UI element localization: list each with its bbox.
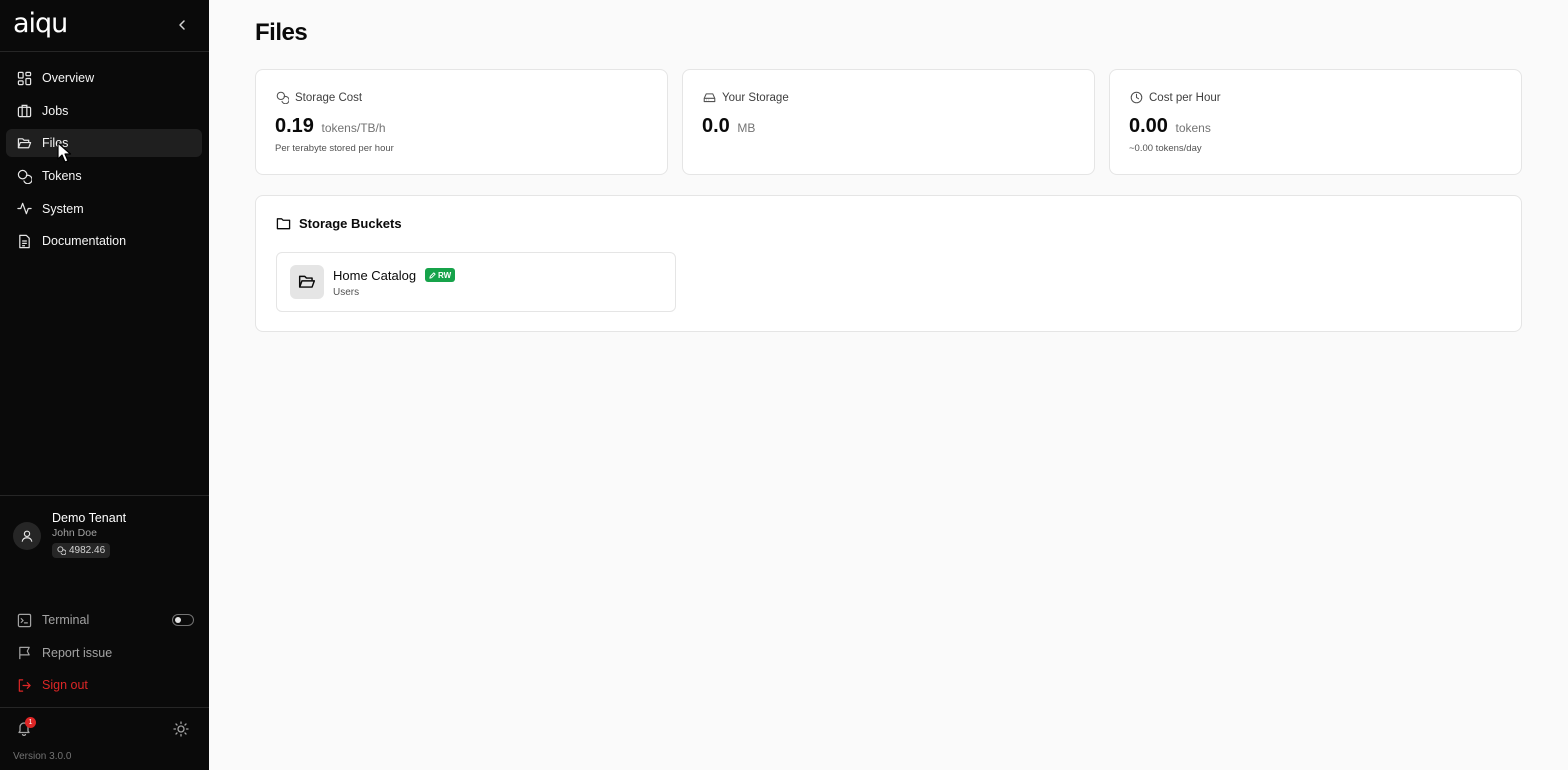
sidebar-item-overview[interactable]: Overview	[6, 64, 202, 92]
permission-badge: RW	[425, 268, 456, 282]
user-profile[interactable]: Demo Tenant John Doe 4982.46	[0, 495, 209, 575]
document-icon	[16, 233, 32, 249]
section-title: Storage Buckets	[276, 216, 402, 231]
coins-icon	[16, 168, 32, 184]
storage-cost-card: Storage Cost 0.19 tokens/TB/h Per teraby…	[255, 69, 668, 175]
storage-buckets-panel: Storage Buckets Home Catalog RW Users	[255, 195, 1522, 332]
flag-icon	[16, 645, 32, 661]
terminal-toggle[interactable]	[172, 614, 194, 626]
bucket-owner: Users	[333, 287, 360, 298]
stat-value: 0.0 MB	[702, 115, 755, 138]
sidebar-bottom-nav: Terminal Report issue Sign out	[6, 606, 202, 704]
pencil-icon	[429, 271, 436, 279]
sidebar-item-documentation[interactable]: Documentation	[6, 227, 202, 255]
mouse-cursor-icon	[57, 142, 72, 163]
token-balance-badge: 4982.46	[52, 543, 111, 558]
sidebar-item-label: Tokens	[42, 169, 82, 184]
cost-per-hour-card: Cost per Hour 0.00 tokens ~0.00 tokens/d…	[1109, 69, 1522, 175]
stat-label-text: Cost per Hour	[1149, 91, 1221, 104]
sidebar-item-files[interactable]: Files	[6, 129, 202, 158]
sidebar-item-label: Jobs	[42, 103, 69, 118]
bucket-card[interactable]: Home Catalog RW Users	[276, 252, 676, 312]
sun-icon	[173, 721, 189, 737]
terminal-item[interactable]: Terminal	[6, 606, 202, 634]
report-issue-item[interactable]: Report issue	[6, 639, 202, 667]
stat-value-unit: MB	[737, 121, 756, 135]
folder-open-icon	[16, 135, 32, 151]
user-icon	[21, 530, 33, 542]
sidebar: aiqu Overview Jobs Files Tokens System D…	[0, 0, 209, 770]
coins-icon	[57, 546, 66, 555]
hard-drive-icon	[703, 93, 716, 103]
sidebar-nav: Overview Jobs Files Tokens System Docume…	[6, 64, 202, 260]
stat-value-unit: tokens/TB/h	[321, 121, 386, 135]
coins-icon	[276, 91, 289, 104]
token-balance-value: 4982.46	[69, 545, 106, 556]
activity-icon	[16, 201, 32, 217]
stat-value-number: 0.0	[702, 115, 730, 137]
terminal-label: Terminal	[42, 613, 90, 627]
bucket-name: Home Catalog	[333, 268, 417, 283]
permission-badge-text: RW	[438, 270, 452, 280]
sidebar-footer-divider	[0, 707, 209, 708]
tenant-name: Demo Tenant	[52, 511, 127, 525]
sidebar-item-tokens[interactable]: Tokens	[6, 162, 202, 190]
theme-toggle-button[interactable]	[173, 721, 191, 739]
sidebar-item-jobs[interactable]: Jobs	[6, 97, 202, 125]
user-name: John Doe	[52, 527, 97, 539]
stat-value-number: 0.19	[275, 115, 314, 137]
terminal-icon	[16, 612, 32, 628]
stat-label-text: Storage Cost	[295, 91, 363, 104]
stat-value-number: 0.00	[1129, 115, 1168, 137]
sidebar-item-label: Documentation	[42, 234, 127, 249]
collapse-sidebar-button[interactable]	[172, 15, 192, 35]
section-title-text: Storage Buckets	[299, 216, 402, 231]
folder-icon	[276, 218, 291, 230]
your-storage-card: Your Storage 0.0 MB	[682, 69, 1095, 175]
stat-subtext: ~0.00 tokens/day	[1129, 143, 1202, 154]
stat-label-text: Your Storage	[722, 91, 789, 104]
toggle-knob	[175, 617, 181, 623]
sidebar-item-label: System	[42, 201, 84, 216]
folder-open-icon	[298, 275, 316, 288]
grid-icon	[16, 70, 32, 86]
notification-count-badge: 1	[25, 717, 36, 728]
sidebar-item-label: Overview	[42, 71, 95, 85]
stat-value: 0.19 tokens/TB/h	[275, 115, 386, 138]
sign-out-icon	[16, 677, 32, 693]
report-issue-label: Report issue	[42, 645, 113, 660]
stat-label: Storage Cost	[276, 91, 362, 104]
page-title: Files	[255, 19, 308, 46]
bucket-icon	[290, 265, 324, 299]
chevron-left-icon	[179, 20, 185, 30]
version-text: Version 3.0.0	[13, 751, 72, 762]
stat-label: Your Storage	[703, 91, 789, 104]
stat-value-unit: tokens	[1175, 121, 1211, 135]
logo[interactable]: aiqu	[13, 9, 68, 39]
briefcase-icon	[16, 103, 32, 119]
sidebar-header: aiqu	[0, 0, 209, 52]
avatar	[13, 522, 41, 550]
stat-subtext: Per terabyte stored per hour	[275, 143, 394, 154]
stat-label: Cost per Hour	[1130, 91, 1221, 104]
sign-out-item[interactable]: Sign out	[6, 671, 202, 699]
sign-out-label: Sign out	[42, 678, 88, 693]
clock-icon	[1130, 91, 1143, 104]
stat-value: 0.00 tokens	[1129, 115, 1211, 138]
sidebar-item-system[interactable]: System	[6, 195, 202, 223]
